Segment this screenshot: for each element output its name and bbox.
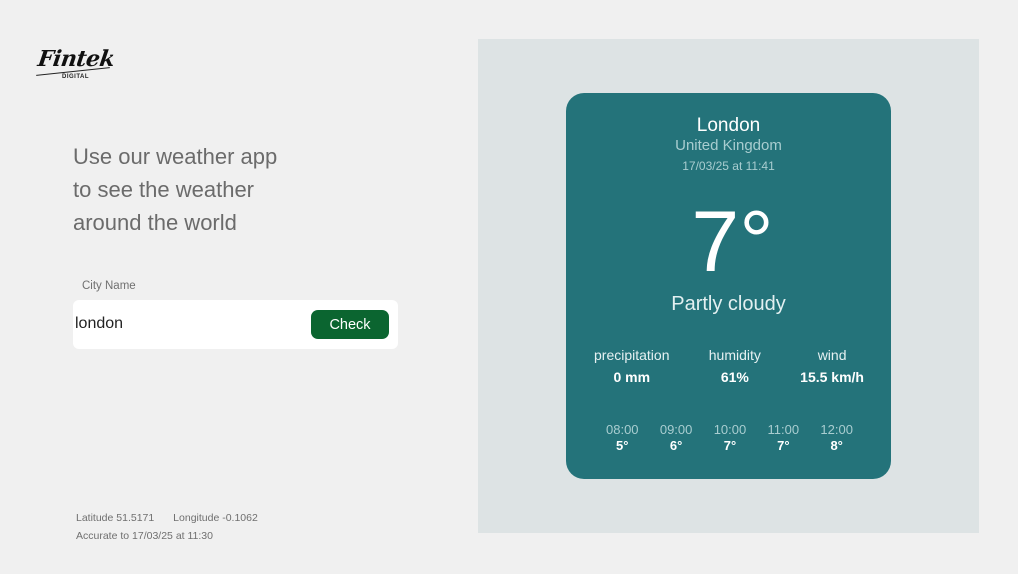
stat-label: wind	[817, 347, 847, 363]
stat-value: 61%	[720, 369, 749, 385]
hourly-time: 12:00	[820, 422, 853, 437]
stat-value: 15.5 km/h	[800, 369, 864, 385]
hourly-temp: 5°	[616, 438, 629, 453]
intro-tagline: Use our weather app to see the weather a…	[73, 140, 313, 239]
hourly-time: 10:00	[713, 422, 747, 437]
longitude-text: Longitude -0.1062	[173, 512, 258, 524]
hourly-item: 09:00 6°	[660, 422, 693, 453]
stat-label: precipitation	[594, 347, 670, 363]
hourly-temp: 8°	[830, 438, 843, 453]
hourly-temp: 6°	[669, 438, 683, 453]
weather-city: London	[696, 115, 761, 136]
hourly-temp: 7°	[777, 438, 790, 453]
location-info: Latitude 51.5171 Longitude -0.1062 Accur…	[76, 509, 258, 545]
stat-value: 0 mm	[613, 369, 651, 385]
weather-panel: London United Kingdom 17/03/25 at 11:41 …	[478, 39, 979, 533]
check-button[interactable]: Check	[311, 310, 389, 339]
tagline-line-3: around the world	[73, 210, 237, 235]
weather-country: United Kingdom	[675, 137, 782, 154]
logo-subtitle: DIGITAL	[62, 74, 90, 80]
tagline-line-1: Use our weather app	[73, 144, 278, 169]
weather-card: London United Kingdom 17/03/25 at 11:41 …	[566, 93, 891, 479]
stat-precipitation: precipitation 0 mm	[594, 347, 670, 385]
city-search-box: Check	[73, 300, 398, 349]
latitude-text: Latitude 51.5171	[76, 512, 155, 524]
weather-condition: Partly cloudy	[671, 293, 786, 315]
tagline-line-2: to see the weather	[73, 177, 255, 202]
weather-datetime: 17/03/25 at 11:41	[682, 159, 775, 173]
hourly-temp: 7°	[723, 438, 737, 453]
hourly-time: 11:00	[767, 422, 800, 437]
city-name-input[interactable]	[75, 312, 295, 336]
stat-humidity: humidity 61%	[709, 347, 761, 385]
current-temperature: 7°	[691, 194, 774, 290]
weather-stats: precipitation 0 mm humidity 61% wind 15.…	[594, 347, 864, 385]
stat-wind: wind 15.5 km/h	[800, 347, 864, 385]
hourly-forecast: 08:00 5° 09:00 6° 10:00 7° 11:00 7° 12:0…	[606, 422, 853, 453]
hourly-item: 11:00 7°	[768, 422, 800, 453]
stat-label: humidity	[708, 347, 761, 363]
accuracy-text: Accurate to 17/03/25 at 11:30	[76, 530, 213, 542]
hourly-item: 08:00 5°	[606, 422, 639, 453]
hourly-item: 12:00 8°	[820, 422, 853, 453]
hourly-time: 08:00	[606, 422, 639, 437]
city-name-label: City Name	[82, 280, 136, 292]
hourly-time: 09:00	[659, 422, 693, 437]
hourly-item: 10:00 7°	[714, 422, 747, 453]
fintek-logo: Fintek DIGITAL	[36, 46, 116, 84]
